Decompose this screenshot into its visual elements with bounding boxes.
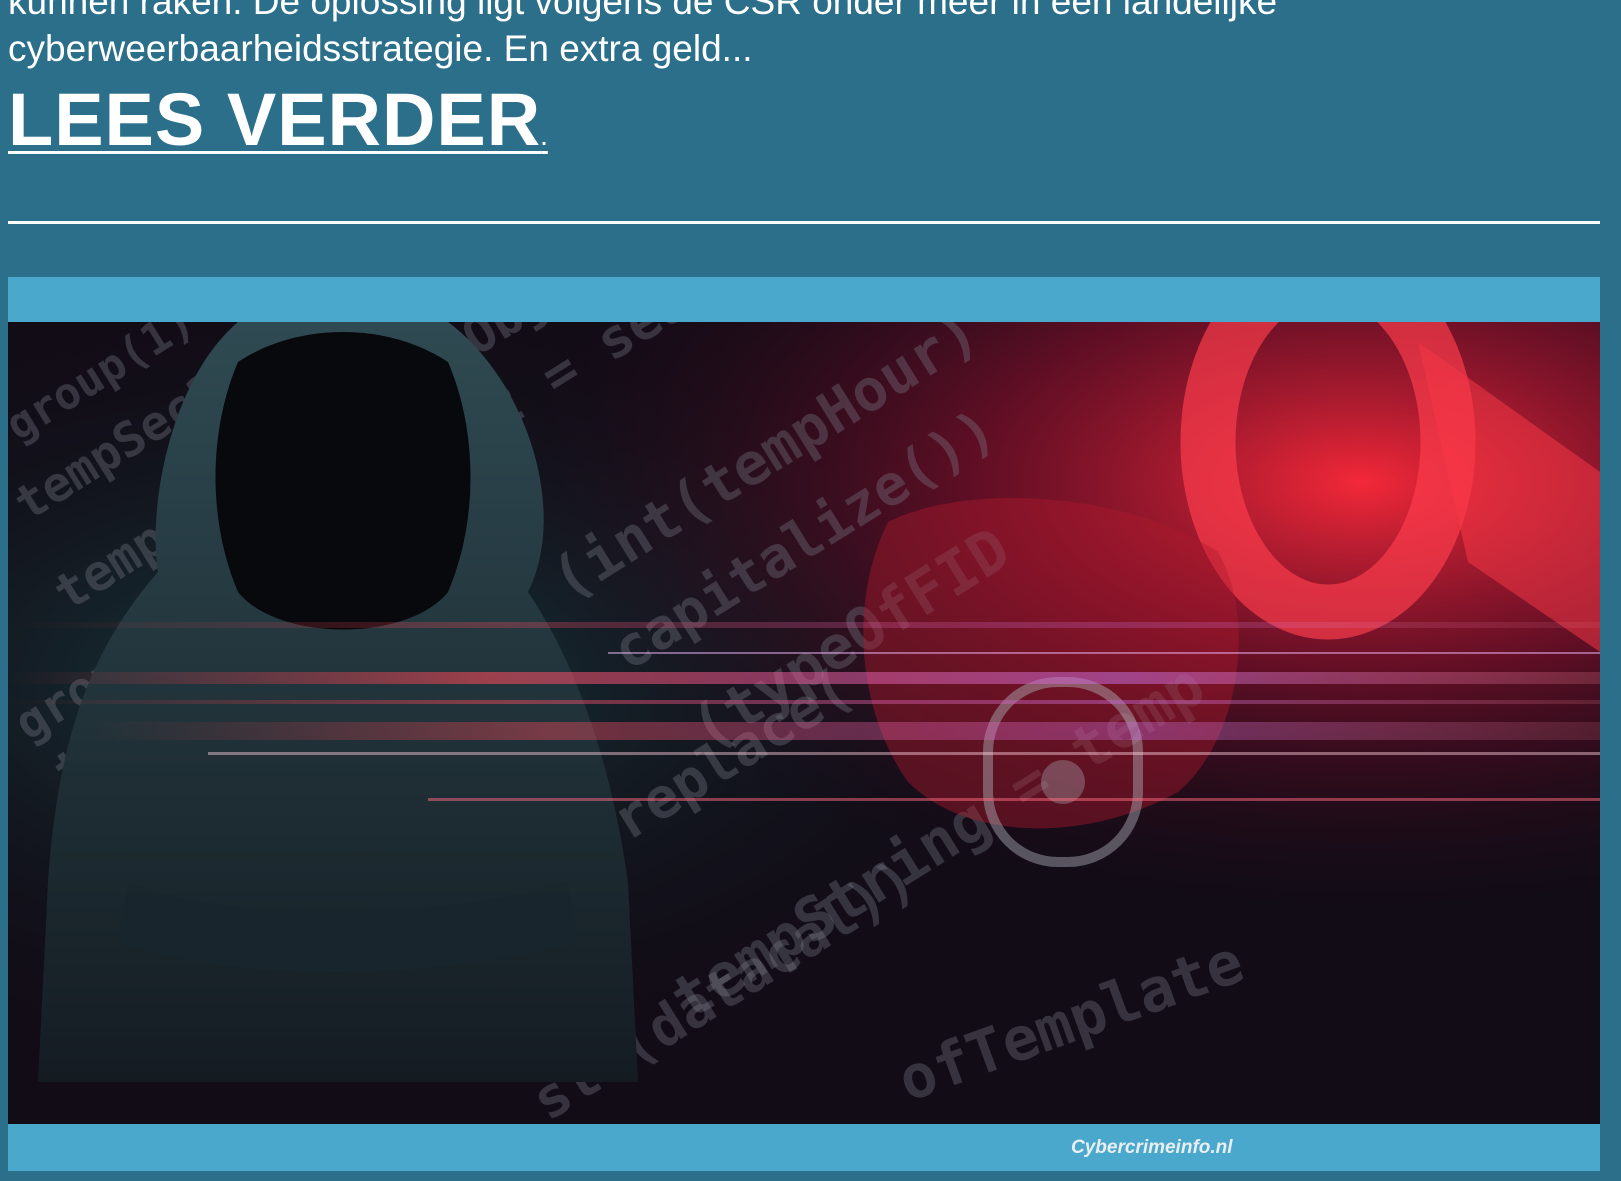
hero-image: group(1)tempSec1 = setempSec = searchObj… [8, 322, 1600, 1124]
hero-figure[interactable]: group(1)tempSec1 = setempSec = searchObj… [8, 277, 1600, 1171]
excerpt-line-2: cyberweerbaarheidsstrategie. En extra ge… [8, 28, 753, 69]
excerpt-line-1: kunnen raken. De oplossing ligt volgens … [8, 0, 1278, 22]
article-excerpt: kunnen raken. De oplossing ligt volgens … [8, 0, 1608, 72]
hero-illustration: group(1)tempSec1 = setempSec = searchObj… [8, 322, 1600, 1124]
read-more-trailing: . [541, 128, 548, 150]
section-divider [8, 221, 1600, 224]
read-more-link[interactable]: LEES VERDER. [8, 78, 548, 181]
watermark-label: Cybercrimeinfo.nl [1071, 1137, 1233, 1158]
read-more-label: LEES VERDER [8, 78, 542, 161]
